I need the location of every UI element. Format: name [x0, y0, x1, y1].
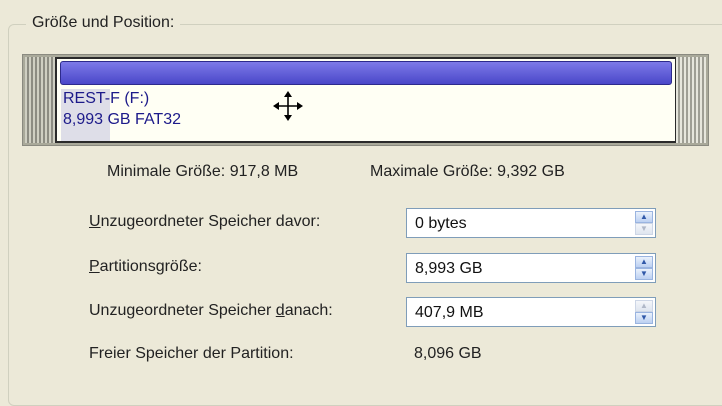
unallocated-before-value[interactable]: 0 bytes — [415, 215, 467, 233]
free-space-label: Freier Speicher der Partition: — [89, 345, 294, 362]
partition-size-spinner[interactable]: ▲ ▼ — [635, 256, 653, 280]
free-space-value: 8,096 GB — [414, 345, 482, 362]
down-arrow-icon[interactable]: ▼ — [635, 223, 653, 235]
partition-size-value[interactable]: 8,993 GB — [415, 260, 483, 278]
group-title: Größe und Position: — [26, 14, 181, 32]
unallocated-after-field[interactable]: 407,9 MB ▲ ▼ — [406, 297, 656, 327]
unallocated-before-spinner[interactable]: ▲ ▼ — [635, 211, 653, 235]
down-arrow-icon[interactable]: ▼ — [635, 312, 653, 324]
up-arrow-icon[interactable]: ▲ — [635, 300, 653, 312]
partition-size-label: Partitionsgröße: — [89, 258, 202, 275]
unallocated-before-label: Unzugeordneter Speicher davor: — [89, 213, 321, 230]
unallocated-before-field[interactable]: 0 bytes ▲ ▼ — [406, 208, 656, 238]
unallocated-after-area — [676, 57, 706, 143]
move-arrows-icon[interactable] — [273, 91, 303, 121]
maximum-size: Maximale Größe: 9,392 GB — [370, 163, 565, 180]
unallocated-before-area — [25, 57, 55, 143]
partition-bar — [60, 61, 672, 85]
partition-map: REST-F (F:) 8,993 GB FAT32 — [22, 54, 709, 146]
partition-size-field[interactable]: 8,993 GB ▲ ▼ — [406, 253, 656, 283]
unallocated-after-label: Unzugeordneter Speicher danach: — [89, 302, 333, 319]
up-arrow-icon[interactable]: ▲ — [635, 211, 653, 223]
minimum-size: Minimale Größe: 917,8 MB — [107, 163, 299, 180]
up-arrow-icon[interactable]: ▲ — [635, 256, 653, 268]
partition-block[interactable]: REST-F (F:) 8,993 GB FAT32 — [55, 57, 677, 143]
unallocated-after-value[interactable]: 407,9 MB — [415, 304, 483, 322]
down-arrow-icon[interactable]: ▼ — [635, 268, 653, 280]
partition-name: REST-F (F:) — [63, 90, 150, 107]
unallocated-after-spinner[interactable]: ▲ ▼ — [635, 300, 653, 324]
partition-size-fs: 8,993 GB FAT32 — [63, 111, 181, 128]
